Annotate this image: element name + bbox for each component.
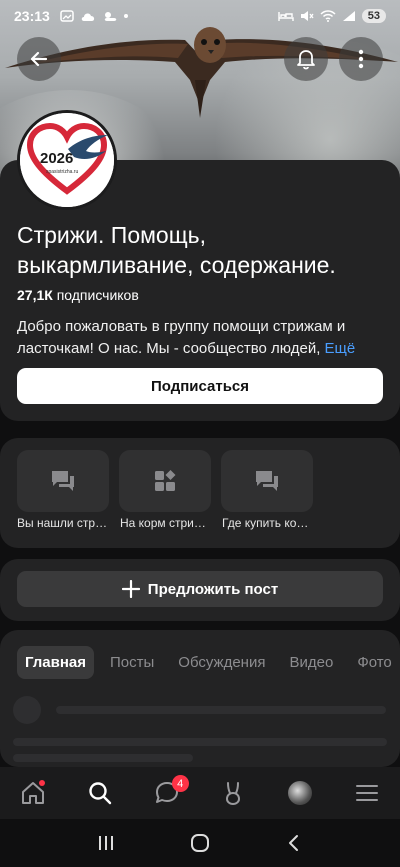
mute-icon	[300, 11, 314, 21]
more-link[interactable]: Ещё	[325, 340, 356, 357]
skeleton-avatar	[13, 696, 41, 724]
nav-search[interactable]	[80, 773, 120, 813]
clips-icon	[226, 782, 241, 806]
subscribers-info[interactable]: 27,1К подписчиков	[17, 287, 139, 303]
search-icon	[89, 782, 112, 805]
messages-badge: 4	[171, 775, 189, 792]
chat-bubbles-icon	[52, 471, 74, 491]
tab-photo[interactable]: Фото	[349, 646, 399, 679]
link-label-1[interactable]: Вы нашли стр…	[17, 516, 113, 530]
chat-bubbles-icon	[256, 471, 278, 491]
bottom-navigation: 4	[0, 767, 400, 819]
logo-year-text: 2026	[40, 150, 73, 167]
group-title: Стрижи. Помощь, выкармливание, содержани…	[17, 222, 336, 278]
nav-home[interactable]	[13, 773, 53, 813]
link-label-3[interactable]: Где купить ко…	[222, 516, 318, 530]
back-button[interactable]	[17, 37, 61, 81]
recent-apps-icon[interactable]	[96, 833, 116, 853]
logo-site-text: spasistrizha.ru	[46, 169, 78, 175]
skeleton-line	[13, 754, 193, 762]
notification-dot-icon	[123, 14, 128, 18]
tab-main[interactable]: Главная	[17, 646, 95, 679]
nav-menu[interactable]	[347, 773, 387, 813]
link-tile-2[interactable]	[119, 450, 211, 512]
tab-video[interactable]: Видео	[281, 646, 341, 679]
suggest-post-label: Предложить пост	[147, 580, 279, 598]
bed-icon	[278, 12, 294, 21]
nav-profile[interactable]	[280, 773, 320, 813]
home-system-icon[interactable]	[189, 832, 211, 854]
weather-icon	[104, 12, 117, 21]
subscribers-label: подписчиков	[56, 287, 139, 303]
profile-avatar	[287, 781, 312, 805]
battery-indicator: 53	[361, 9, 386, 23]
more-vertical-icon	[358, 49, 364, 69]
nav-messages[interactable]: 4	[147, 773, 189, 813]
tab-posts[interactable]: Посты	[102, 646, 162, 679]
back-system-icon[interactable]	[284, 833, 304, 853]
system-navigation-bar	[0, 819, 400, 867]
tab-bar: Главная Посты Обсуждения Видео Фото	[17, 646, 400, 679]
wifi-icon	[320, 10, 336, 22]
group-logo-image: 2026 spasistrizha.ru	[20, 113, 114, 207]
subscribers-count: 27,1К	[17, 287, 53, 303]
widgets-icon	[155, 470, 176, 491]
arrow-left-icon	[30, 51, 48, 67]
plus-icon	[121, 580, 140, 598]
tab-discussions[interactable]: Обсуждения	[170, 646, 273, 679]
menu-icon	[355, 785, 378, 801]
bell-icon	[297, 50, 315, 70]
notifications-button[interactable]	[284, 37, 328, 81]
group-avatar[interactable]: 2026 spasistrizha.ru	[17, 110, 117, 210]
nav-clips[interactable]	[213, 773, 253, 813]
group-description: Добро пожаловать в группу помощи стрижам…	[17, 316, 387, 360]
suggest-post-button[interactable]: Предложить пост	[17, 571, 383, 607]
image-icon	[60, 10, 74, 22]
status-time: 23:13	[14, 8, 50, 24]
link-label-2[interactable]: На корм стри…	[120, 516, 216, 530]
subscribe-button[interactable]: Подписаться	[17, 368, 383, 404]
feed-card: Главная Посты Обсуждения Видео Фото	[0, 630, 400, 767]
more-options-button[interactable]	[339, 37, 383, 81]
cloud-icon	[81, 12, 94, 21]
suggest-post-card: Предложить пост	[0, 559, 400, 621]
link-tile-1[interactable]	[17, 450, 109, 512]
signal-icon	[342, 11, 355, 21]
link-tile-3[interactable]	[221, 450, 313, 512]
skeleton-line	[56, 706, 386, 714]
status-bar: 23:13 53	[0, 0, 400, 32]
group-description-text: Добро пожаловать в группу помощи стрижам…	[17, 318, 346, 357]
skeleton-line	[13, 738, 387, 746]
